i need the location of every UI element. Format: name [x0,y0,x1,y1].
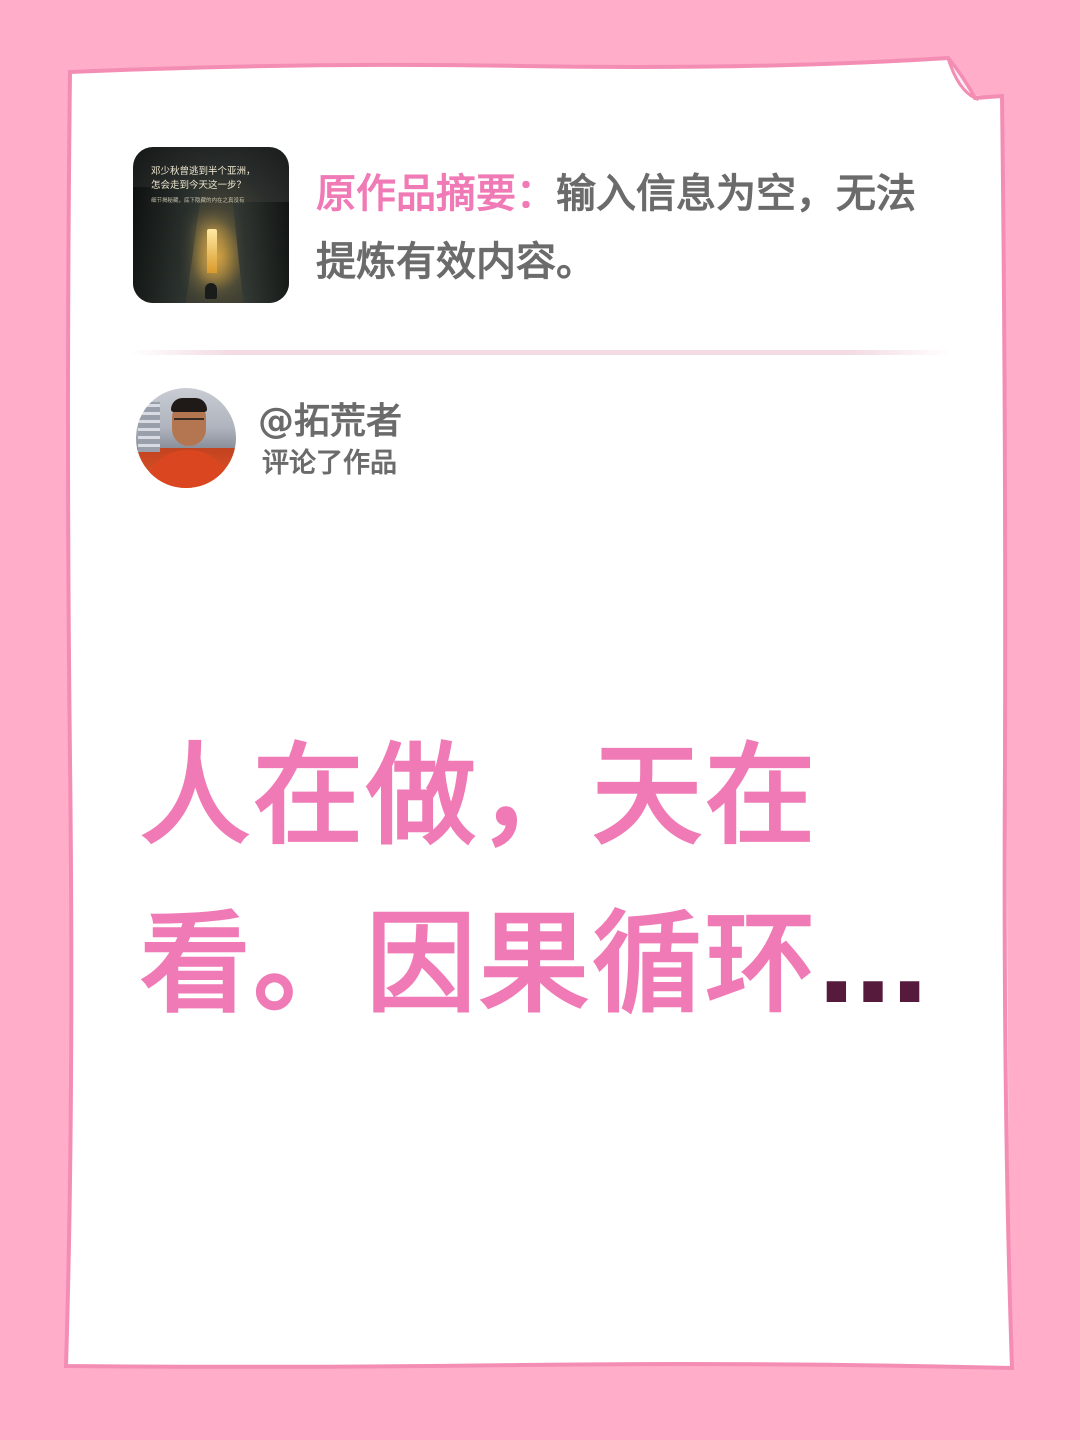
cover-figure [205,283,217,299]
work-summary: 原作品摘要：输入信息为空，无法提炼有效内容。 [316,160,936,296]
avatar[interactable] [136,388,236,488]
work-cover-image[interactable]: 邓少秋曾逃到半个亚洲， 怎会走到今天这一步？ 细节揭秘藏，底下隐藏的内在之真没有 [133,147,289,303]
comment-ellipsis: … [818,900,931,1028]
divider [130,350,950,355]
avatar-hair [171,398,207,412]
cover-cliff-right [232,202,289,303]
summary-label: 原作品摘要： [316,171,556,217]
avatar-building [138,402,160,452]
cover-text-line3: 细节揭秘藏，底下隐藏的内在之真没有 [151,198,245,204]
comment-text: 人在做，天在看。因果循环… [140,712,940,1048]
comment-action-label: 评论了作品 [262,448,397,479]
cover-glowing-tower [207,229,217,273]
cover-text-line1: 邓少秋曾逃到半个亚洲， [151,166,256,177]
cover-text-line2: 怎会走到今天这一步？ [151,180,247,191]
commenter-handle[interactable]: @拓荒者 [258,398,402,446]
avatar-glasses [174,418,204,426]
comment-text-main: 人在做，天在看。因果循环 [140,732,818,1028]
avatar-shirt [146,450,230,488]
